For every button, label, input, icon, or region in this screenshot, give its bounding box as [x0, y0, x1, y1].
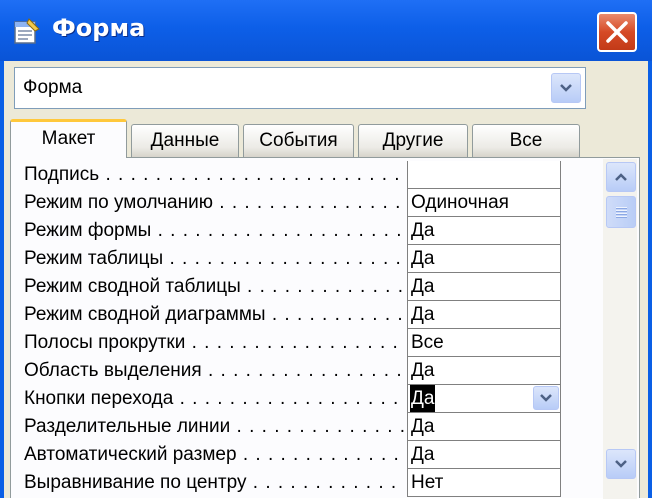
- property-value-dropdown[interactable]: Да: [407, 385, 561, 413]
- property-label: Область выделения: [24, 357, 404, 385]
- property-label: Подпись: [24, 161, 404, 189]
- title-bar[interactable]: Форма: [0, 0, 652, 61]
- scroll-thumb[interactable]: [606, 196, 636, 228]
- property-tabs: Макет Данные События Другие Все: [10, 119, 590, 158]
- property-row[interactable]: Режим по умолчанию Одиночная: [21, 189, 561, 217]
- property-value: Нет: [411, 472, 444, 493]
- tab-maket[interactable]: Макет: [10, 119, 127, 158]
- property-row[interactable]: Режим сводной диаграммы Да: [21, 301, 561, 329]
- property-label: Режим сводной диаграммы: [24, 301, 404, 329]
- property-value-field[interactable]: Да: [407, 273, 561, 301]
- property-value-field[interactable]: Нет: [407, 469, 561, 497]
- property-label: Разделительные линии: [24, 413, 404, 441]
- property-value: Да: [411, 220, 435, 241]
- tab-label: Данные: [150, 130, 220, 151]
- close-button[interactable]: [597, 12, 637, 52]
- property-row[interactable]: Область выделения Да: [21, 357, 561, 385]
- tab-label: Все: [509, 130, 543, 151]
- window-title: Форма: [52, 14, 146, 42]
- property-sheet-panel: Подпись Режим по умолчанию Одиночная Реж…: [10, 157, 640, 499]
- property-value: Да: [411, 360, 435, 381]
- vertical-scrollbar[interactable]: [603, 159, 637, 499]
- object-selector-combobox[interactable]: Форма: [14, 67, 586, 109]
- tab-label: Макет: [41, 128, 96, 149]
- object-selector-dropdown-button[interactable]: [551, 73, 581, 103]
- tab-sobytiya[interactable]: События: [243, 124, 354, 157]
- property-value-field[interactable]: Да: [407, 441, 561, 469]
- property-label: Кнопки перехода: [24, 385, 404, 413]
- scroll-down-button[interactable]: [606, 449, 636, 479]
- properties-window: Форма Форма Макет Данные События Другие …: [0, 0, 652, 499]
- property-row[interactable]: Подпись: [21, 161, 561, 189]
- property-grid: Подпись Режим по умолчанию Одиночная Реж…: [21, 161, 561, 499]
- tab-label: События: [259, 130, 338, 151]
- property-value: Да: [411, 248, 435, 269]
- property-row[interactable]: Выравнивание по центру Нет: [21, 469, 561, 497]
- property-value-field[interactable]: Да: [407, 301, 561, 329]
- property-row[interactable]: Автоматический размер Да: [21, 441, 561, 469]
- property-label: Режим формы: [24, 217, 404, 245]
- property-value: Да: [410, 385, 436, 412]
- property-row[interactable]: Режим формы Да: [21, 217, 561, 245]
- property-label: Выравнивание по центру: [24, 469, 404, 497]
- property-value: Да: [411, 416, 435, 437]
- property-row[interactable]: Режим сводной таблицы Да: [21, 273, 561, 301]
- property-row[interactable]: Полосы прокрутки Все: [21, 329, 561, 357]
- tab-dannye[interactable]: Данные: [131, 124, 239, 157]
- property-value-field[interactable]: Да: [407, 413, 561, 441]
- property-value-field[interactable]: [407, 161, 561, 189]
- property-value: Все: [411, 332, 444, 353]
- tab-vse[interactable]: Все: [472, 124, 580, 157]
- property-label: Режим по умолчанию: [24, 189, 404, 217]
- property-row-selected[interactable]: Кнопки перехода Да: [21, 385, 561, 413]
- property-value-field[interactable]: Одиночная: [407, 189, 561, 217]
- window-client-area: Форма Макет Данные События Другие Все По…: [4, 61, 648, 499]
- property-label: Полосы прокрутки: [24, 329, 404, 357]
- property-row[interactable]: Разделительные линии Да: [21, 413, 561, 441]
- property-value-field[interactable]: Все: [407, 329, 561, 357]
- property-value-field[interactable]: Да: [407, 217, 561, 245]
- property-value: Да: [411, 444, 435, 465]
- property-dropdown-button[interactable]: [533, 386, 559, 410]
- property-value: Да: [411, 304, 435, 325]
- tab-drugie[interactable]: Другие: [358, 124, 468, 157]
- property-label: Режим сводной таблицы: [24, 273, 404, 301]
- properties-form-icon: [11, 17, 41, 45]
- property-value: Одиночная: [411, 192, 509, 213]
- property-label: Автоматический размер: [24, 441, 404, 469]
- scroll-up-button[interactable]: [606, 162, 636, 192]
- tab-label: Другие: [382, 130, 444, 151]
- property-value-field[interactable]: Да: [407, 357, 561, 385]
- object-selector-value: Форма: [23, 77, 83, 98]
- property-value-field[interactable]: Да: [407, 245, 561, 273]
- property-value: Да: [411, 276, 435, 297]
- property-row[interactable]: Режим таблицы Да: [21, 245, 561, 273]
- property-label: Режим таблицы: [24, 245, 404, 273]
